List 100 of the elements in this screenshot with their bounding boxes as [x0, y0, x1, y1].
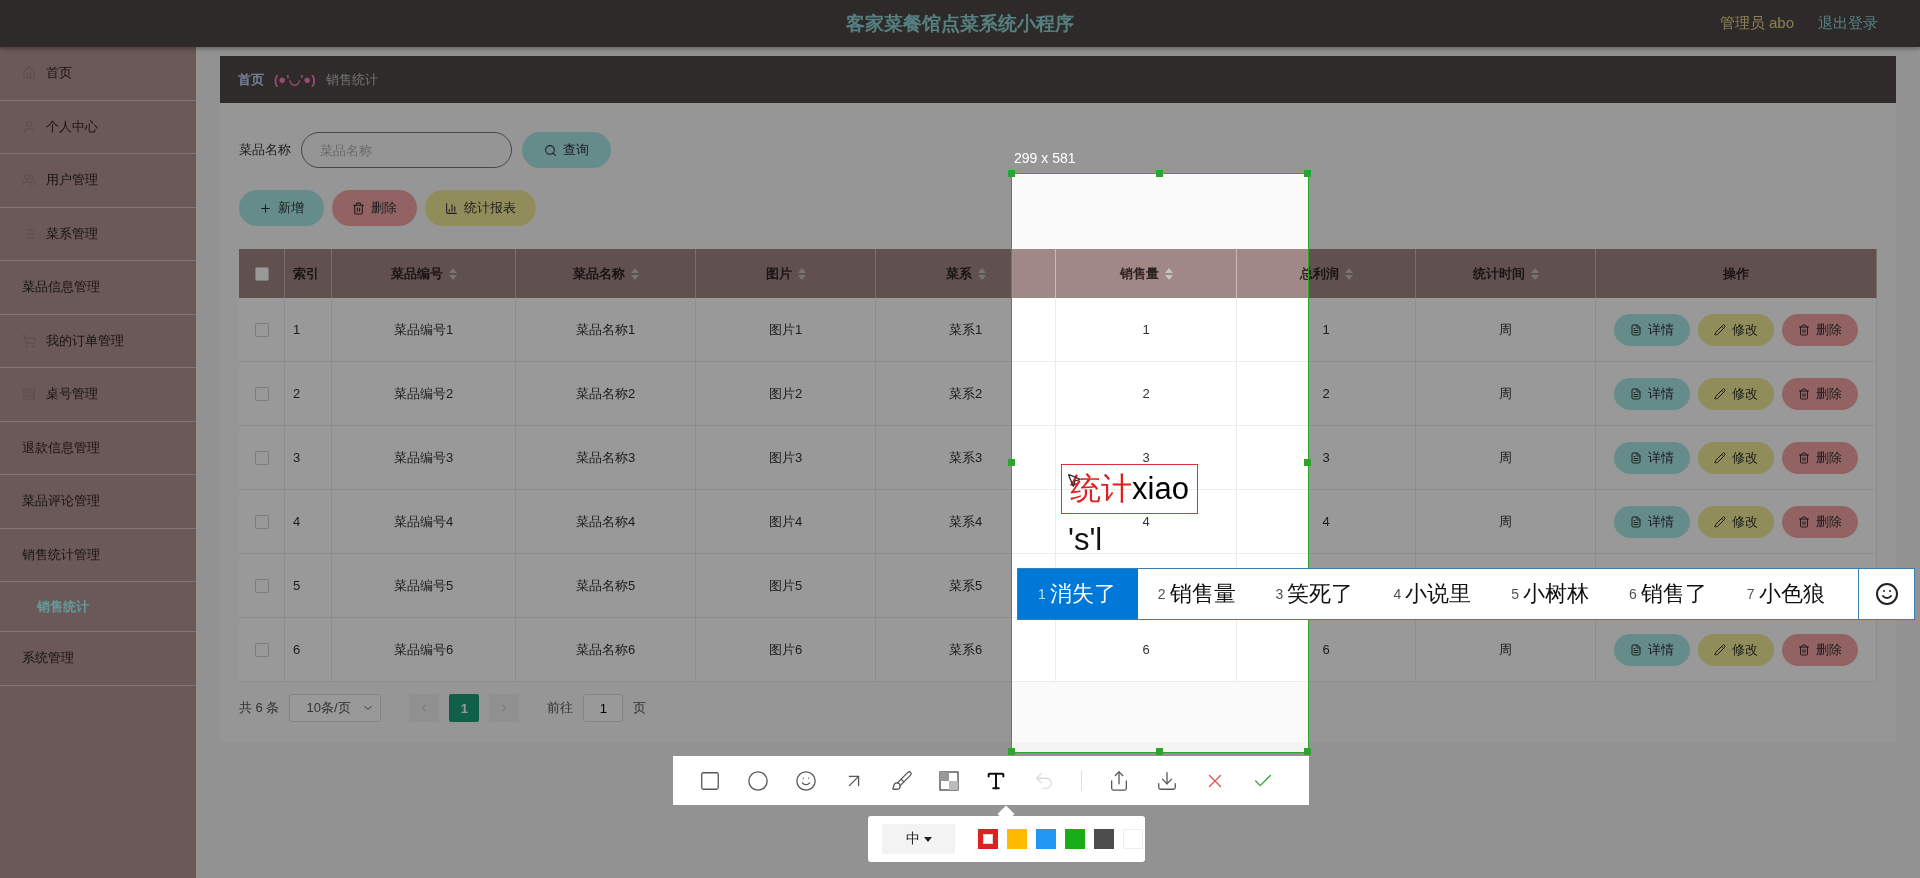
- trash-icon: [1798, 451, 1810, 464]
- report-button[interactable]: 统计报表: [425, 190, 536, 226]
- sidebar-subitem[interactable]: 销售统计: [0, 582, 196, 632]
- edit-button[interactable]: 修改: [1698, 505, 1774, 538]
- pencil-icon: [1714, 515, 1726, 528]
- share-icon[interactable]: [1108, 769, 1130, 792]
- sidebar-item[interactable]: 首页: [0, 47, 196, 101]
- sidebar-item[interactable]: 个人中心: [0, 100, 196, 154]
- table-cell: 菜品名称2: [516, 362, 696, 426]
- sort-arrows-icon[interactable]: [797, 267, 806, 280]
- row-checkbox[interactable]: [254, 578, 269, 593]
- column-header[interactable]: 销售量: [1056, 249, 1237, 298]
- table-cell: 菜系2: [876, 362, 1056, 426]
- sort-arrows-icon[interactable]: [630, 267, 639, 280]
- square-icon[interactable]: [699, 769, 721, 792]
- delete-button[interactable]: 删除: [1782, 313, 1858, 346]
- table-cell: 2: [1237, 362, 1416, 426]
- breadcrumb-home-link[interactable]: 首页: [238, 70, 264, 89]
- ime-candidate[interactable]: 1 消失了: [1018, 569, 1138, 619]
- column-header[interactable]: 菜系: [876, 249, 1056, 298]
- sidebar-item[interactable]: 用户管理: [0, 154, 196, 208]
- document-icon: [1630, 323, 1642, 336]
- detail-button[interactable]: 详情: [1614, 441, 1690, 474]
- logout-link[interactable]: 退出登录: [1818, 14, 1878, 33]
- select-all-checkbox[interactable]: [254, 266, 269, 281]
- table-cell: 6: [1237, 618, 1416, 682]
- sort-arrows-icon[interactable]: [1164, 267, 1173, 280]
- column-header[interactable]: 菜品编号: [332, 249, 516, 298]
- row-checkbox[interactable]: [254, 322, 269, 337]
- smiley-icon[interactable]: [1874, 582, 1899, 606]
- resize-handle[interactable]: [1304, 170, 1311, 177]
- search-button[interactable]: 查询: [522, 132, 611, 168]
- circle-icon[interactable]: [747, 769, 769, 792]
- column-header[interactable]: 统计时间: [1416, 249, 1596, 298]
- sidebar-item[interactable]: 桌号管理: [0, 368, 196, 422]
- row-checkbox[interactable]: [254, 450, 269, 465]
- ime-candidate[interactable]: 7 小色狼: [1726, 569, 1845, 619]
- detail-button[interactable]: 详情: [1614, 633, 1690, 666]
- delete-button[interactable]: 删除: [1782, 441, 1858, 474]
- column-header[interactable]: 菜品名称: [516, 249, 696, 298]
- row-checkbox[interactable]: [254, 386, 269, 401]
- edit-button[interactable]: 修改: [1698, 377, 1774, 410]
- detail-button[interactable]: 详情: [1614, 313, 1690, 346]
- smiley-icon[interactable]: [795, 769, 817, 792]
- next-page-button[interactable]: [489, 694, 520, 722]
- table-cell: 图片4: [696, 490, 876, 554]
- sidebar-item[interactable]: 菜品信息管理: [0, 261, 196, 315]
- table-cell: 4: [1237, 490, 1416, 554]
- edit-button[interactable]: 修改: [1698, 313, 1774, 346]
- sort-arrows-icon[interactable]: [977, 267, 986, 280]
- sort-arrows-icon[interactable]: [448, 267, 457, 280]
- column-header[interactable]: 图片: [696, 249, 876, 298]
- edit-button[interactable]: 修改: [1698, 441, 1774, 474]
- mosaic-icon[interactable]: [939, 770, 959, 791]
- color-swatch[interactable]: [1036, 829, 1056, 849]
- sidebar-item[interactable]: 我的订单管理: [0, 314, 196, 368]
- edit-button[interactable]: 修改: [1698, 633, 1774, 666]
- ime-candidate[interactable]: 5 小树林: [1491, 569, 1609, 619]
- resize-handle[interactable]: [1304, 748, 1311, 755]
- download-icon[interactable]: [1156, 769, 1178, 792]
- resize-handle[interactable]: [1008, 459, 1015, 466]
- color-swatch[interactable]: [1065, 829, 1085, 849]
- delete-button[interactable]: 删除: [1782, 505, 1858, 538]
- resize-handle[interactable]: [1008, 748, 1015, 755]
- color-swatch[interactable]: [1007, 829, 1027, 849]
- sidebar-item[interactable]: 销售统计管理: [0, 528, 196, 582]
- ime-candidate[interactable]: 4 小说里: [1373, 569, 1492, 619]
- font-size-select[interactable]: 中: [882, 824, 955, 854]
- detail-button[interactable]: 详情: [1614, 377, 1690, 410]
- row-checkbox[interactable]: [254, 642, 269, 657]
- page-size-select[interactable]: 10条/页: [289, 694, 382, 722]
- page-button[interactable]: 1: [449, 694, 480, 722]
- delete-button[interactable]: 删除: [1782, 377, 1858, 410]
- table-cell: 菜系4: [876, 490, 1056, 554]
- row-checkbox[interactable]: [254, 514, 269, 529]
- goto-page-field[interactable]: 1: [583, 694, 624, 722]
- resize-handle[interactable]: [1008, 170, 1015, 177]
- sidebar-item[interactable]: 菜系管理: [0, 207, 196, 261]
- detail-button[interactable]: 详情: [1614, 505, 1690, 538]
- color-swatch[interactable]: [978, 829, 998, 849]
- text-annotation-field[interactable]: 统计xiao: [1061, 464, 1198, 514]
- delete-button[interactable]: 删除: [1782, 633, 1858, 666]
- brush-icon[interactable]: [891, 769, 913, 792]
- table-cell: 周: [1416, 490, 1596, 554]
- sidebar-item[interactable]: 退款信息管理: [0, 421, 196, 475]
- table-cell: 2: [285, 362, 332, 426]
- ime-candidate[interactable]: 6 销售了: [1609, 569, 1727, 619]
- sort-arrows-icon[interactable]: [1344, 267, 1353, 280]
- ime-candidate[interactable]: 2 销售量: [1137, 569, 1256, 619]
- ime-candidate[interactable]: 3 笑死了: [1255, 569, 1374, 619]
- resize-handle[interactable]: [1156, 748, 1163, 755]
- sort-arrows-icon[interactable]: [1530, 267, 1539, 280]
- resize-handle[interactable]: [1304, 459, 1311, 466]
- resize-handle[interactable]: [1156, 170, 1163, 177]
- sidebar-item[interactable]: 系统管理: [0, 632, 196, 686]
- color-swatch[interactable]: [1094, 829, 1114, 849]
- delete-button[interactable]: 删除: [332, 190, 417, 226]
- table-cell: 菜品编号3: [332, 426, 516, 490]
- sidebar-item[interactable]: 菜品评论管理: [0, 475, 196, 529]
- add-button[interactable]: 新增: [239, 190, 324, 226]
